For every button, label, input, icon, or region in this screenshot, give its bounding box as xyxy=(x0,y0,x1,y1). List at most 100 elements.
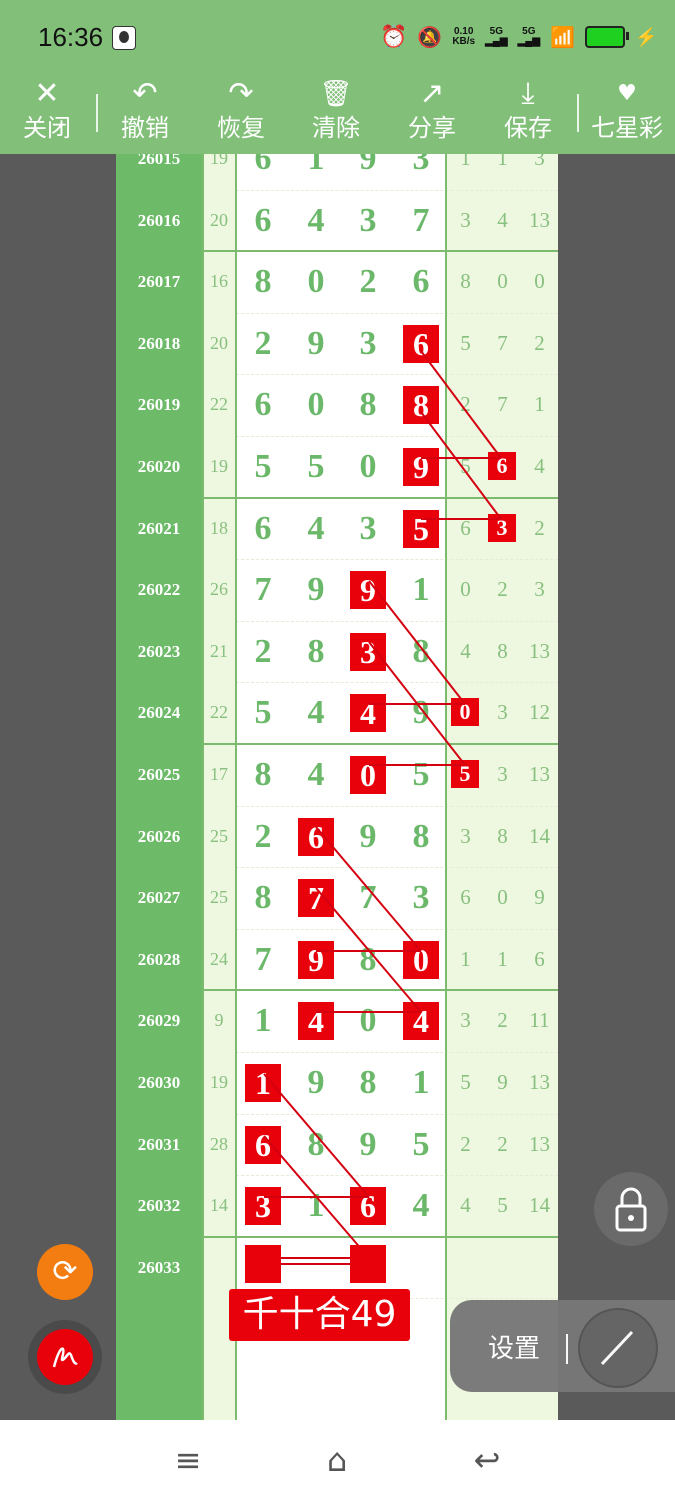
row-sum: 19 xyxy=(210,1072,228,1092)
line-tool-button[interactable] xyxy=(578,1308,658,1388)
battery-icon xyxy=(584,26,629,48)
status-icons: ⏰ 🔕 0.10 KB/s 5G ▂▄▆ 5G ▂▄▆ 📶 ⚡ xyxy=(380,22,657,52)
table-row: 26024 22 5 4 4 9 0 3 12 xyxy=(116,682,558,744)
trash-icon: 🗑 xyxy=(319,79,353,109)
save-label: 保存 xyxy=(504,114,552,142)
remainder-cell: 2 xyxy=(534,330,545,355)
table-row: 26028 24 7 9 8 0 1 1 6 xyxy=(116,929,558,991)
charging-icon: ⚡ xyxy=(634,26,658,47)
draw-mode-button[interactable] xyxy=(28,1320,102,1394)
digit-cell: 1 xyxy=(307,154,325,177)
clear-button[interactable]: 🗑 清除 xyxy=(291,74,381,154)
remainder-cell: 3 xyxy=(460,1008,471,1033)
table-row: 26017 16 8 0 2 6 8 0 0 xyxy=(116,251,558,313)
digit-cell: 9 xyxy=(359,1125,377,1163)
table-row: 26032 14 3 1 6 4 4 5 14 xyxy=(116,1175,558,1237)
digit-cell: 4 xyxy=(307,694,325,732)
remainder-cell: 13 xyxy=(529,207,550,232)
row-sum: 25 xyxy=(210,825,228,846)
issue-number: 26032 xyxy=(137,1196,181,1216)
highlighted-remainder-value: 5 xyxy=(451,760,479,788)
digit-cell: 8 xyxy=(307,632,325,670)
remainder-cell: 2 xyxy=(497,577,508,602)
digit-cell: 9 xyxy=(307,571,325,609)
highlighted-remainder-value: 0 xyxy=(451,698,479,727)
remainder-cell: 13 xyxy=(529,1070,550,1094)
digit-cell: 7 xyxy=(359,879,377,917)
row-sum: 17 xyxy=(210,764,228,784)
sim2-label: 5G xyxy=(522,26,536,37)
highlighted-digit: 6 xyxy=(237,1114,289,1176)
digit-cell: 5 xyxy=(412,756,430,793)
digit-cell: 8 xyxy=(412,632,430,670)
digit-cell: 0 xyxy=(359,448,377,485)
digit-cell: 5 xyxy=(254,448,272,485)
digit-cell: 2 xyxy=(254,817,272,855)
digit-cell: 4 xyxy=(307,756,325,793)
grid-divider xyxy=(445,154,447,1420)
row-sum: 14 xyxy=(210,1195,228,1216)
remainder-cell: 0 xyxy=(497,269,508,294)
redo-button[interactable]: ↷ 恢复 xyxy=(196,74,286,154)
share-button[interactable]: ↗ 分享 xyxy=(387,74,477,154)
remainder-cell: 6 xyxy=(534,946,545,971)
highlighted-digit: 4 xyxy=(342,682,394,744)
menu-button[interactable]: ≡ xyxy=(158,1438,218,1482)
digit-cell: 8 xyxy=(254,879,272,917)
remainder-cell: 3 xyxy=(497,762,508,786)
undo-button[interactable]: ↶ 撤销 xyxy=(100,74,190,154)
digit-cell: 6 xyxy=(254,154,272,177)
digit-cell: 8 xyxy=(359,940,377,978)
digit-cell: 1 xyxy=(254,1002,272,1040)
highlighted-digit: 8 xyxy=(395,374,447,436)
table-row: 26031 28 6 8 9 5 2 2 13 xyxy=(116,1114,558,1176)
digit-cell: 9 xyxy=(307,324,325,362)
lock-icon xyxy=(615,1187,647,1232)
save-button[interactable]: ⤓ 保存 xyxy=(483,74,573,154)
digit-cell: 0 xyxy=(307,386,325,424)
draw-history-grid[interactable]: 26015 19 6 1 9 3 1 1 3 26016 20 6 4 3 7 3 4 13 26017 16 8 0 2 6… xyxy=(116,154,558,1420)
highlighted-digit: 1 xyxy=(237,1052,289,1114)
remainder-cell: 2 xyxy=(460,1131,471,1156)
settings-label[interactable]: 设置 xyxy=(488,1328,540,1365)
remainder-cell: 7 xyxy=(497,330,508,355)
grid-divider xyxy=(202,154,204,1420)
remainder-cell: 1 xyxy=(497,154,508,170)
toolbar-divider xyxy=(577,94,579,132)
refresh-button[interactable]: ⟳ xyxy=(37,1244,93,1300)
mute-bell-icon: 🔕 xyxy=(417,26,443,49)
settings-panel[interactable]: 设置 xyxy=(450,1300,675,1392)
issue-number: 26024 xyxy=(137,703,181,723)
table-row: 26019 22 6 0 8 8 2 7 1 xyxy=(116,374,558,436)
back-button[interactable]: ↩ xyxy=(457,1438,517,1482)
highlighted-digit: 5 xyxy=(395,498,447,560)
digit-cell: 1 xyxy=(412,571,430,609)
digit-cell: 3 xyxy=(412,154,430,177)
digit-cell: 8 xyxy=(412,817,430,855)
table-row: 26020 19 5 5 0 9 5 6 4 xyxy=(116,436,558,498)
table-row: 26018 20 2 9 3 6 5 7 2 xyxy=(116,313,558,375)
highlighted-digit-value: 6 xyxy=(245,1125,281,1164)
table-row: 26030 19 1 9 8 1 5 9 13 xyxy=(116,1052,558,1114)
lottery-select-button[interactable]: ♥ 七星彩 xyxy=(582,74,672,154)
close-button[interactable]: ✕ 关闭 xyxy=(2,74,92,154)
issue-number: 26029 xyxy=(137,1011,181,1031)
highlighted-digit: 6 xyxy=(342,1175,394,1237)
table-row: 26026 25 2 6 9 8 3 8 14 xyxy=(116,806,558,868)
remainder-cell: 13 xyxy=(529,762,550,786)
row-sum: 20 xyxy=(210,209,228,230)
row-sum: 26 xyxy=(210,579,228,600)
remainder-cell: 0 xyxy=(497,885,508,910)
row-sum: 16 xyxy=(210,271,228,292)
home-icon: ⌂ xyxy=(326,1441,348,1479)
remainder-cell xyxy=(447,1237,484,1299)
remainder-cell: 9 xyxy=(534,885,545,910)
highlighted-digit: 9 xyxy=(290,929,342,991)
system-nav-bar: ≡ ⌂ ↩ xyxy=(0,1420,675,1500)
digit-cell: 9 xyxy=(412,694,430,732)
share-icon: ↗ xyxy=(419,76,445,111)
lock-button[interactable] xyxy=(594,1172,668,1246)
home-button[interactable]: ⌂ xyxy=(307,1438,367,1482)
issue-number: 26023 xyxy=(137,641,181,661)
table-row: 26027 25 8 7 7 3 6 0 9 xyxy=(116,867,558,929)
